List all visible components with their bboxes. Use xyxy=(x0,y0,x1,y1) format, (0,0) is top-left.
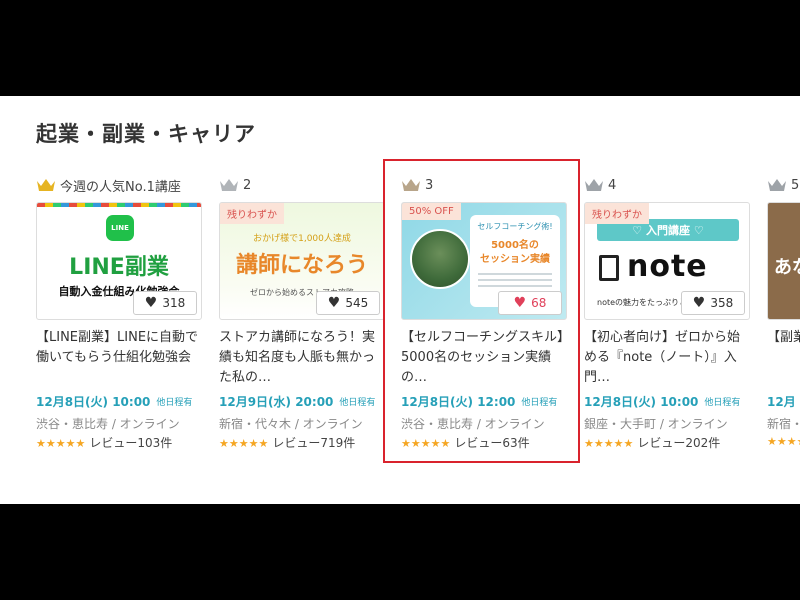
rank-row: 4 xyxy=(584,174,750,196)
rank-row: 5 xyxy=(767,174,800,196)
course-thumbnail[interactable]: 残りわずか ♡ 入門講座 ♡ note noteの魅力をたっぷりと ♥ 358 xyxy=(584,202,750,320)
thumb-sub-text: noteの魅力をたっぷりと xyxy=(597,298,688,307)
course-card-1[interactable]: 今週の人気No.1講座 LINE LINE副業 自動入金仕組み化勉強会 ♥ 318… xyxy=(36,174,202,451)
review-count: レビュー202件 xyxy=(637,436,721,450)
other-dates-label: 他日程有 xyxy=(704,398,741,408)
favorite-button[interactable]: ♥ 68 xyxy=(498,291,562,315)
silver-crown-icon xyxy=(220,179,238,191)
heart-icon: ♥ xyxy=(692,295,706,311)
course-card-2[interactable]: 2 残りわずか おかげ様で1,000人達成 講師になろう ゼロから始めるストアカ… xyxy=(219,174,385,451)
course-title[interactable]: 【LINE副業】LINEに自動で働いてもらう仕組化勉強会 xyxy=(36,328,202,388)
course-location: 新宿・代々木 / オンライン xyxy=(219,417,363,431)
instructor-photo xyxy=(410,229,470,289)
rating-stars: ★★★★★ xyxy=(584,437,634,450)
heart-icon: ♥ xyxy=(327,295,341,311)
thumb-main-text: 講師になろう xyxy=(235,253,368,278)
course-ranking-panel: 起業・副業・キャリア 今週の人気No.1講座 LINE LINE副業 自動入金仕… xyxy=(0,96,800,504)
gray-crown-icon xyxy=(585,179,603,191)
course-date: 12月9日(水) 20:00 xyxy=(219,395,334,409)
course-date: 12月8日(火) 10:00 xyxy=(584,395,699,409)
favorite-button[interactable]: ♥ 358 xyxy=(681,291,745,315)
review-row: ★★★★★ レビュー202件 xyxy=(584,434,750,451)
confetti-stripe xyxy=(37,203,201,207)
review-row: ★★★★★ レビュー103件 xyxy=(36,434,202,451)
course-thumbnail[interactable]: あな xyxy=(767,202,800,320)
favorite-button[interactable]: ♥ 545 xyxy=(316,291,380,315)
heart-icon: ♥ xyxy=(513,295,527,311)
thumb-main-text: あな xyxy=(774,257,800,278)
course-title[interactable]: 【副業】月10万…つ… xyxy=(767,328,800,388)
review-row: ★★★★★ レビュー719件 xyxy=(219,434,385,451)
course-thumbnail[interactable]: 50% OFF セルフコーチング術! 5000名の セッション実績 ♥ 68 xyxy=(401,202,567,320)
course-location: 銀座・大手町 / オンライン xyxy=(584,417,728,431)
review-row: ★★★★★ xyxy=(767,434,800,448)
date-row: 12月9日(水) 20:00 他日程有 xyxy=(219,393,385,410)
favorite-count: 358 xyxy=(710,296,734,310)
heart-icon: ♥ xyxy=(144,295,158,311)
line-app-icon: LINE xyxy=(106,215,134,241)
review-row: ★★★★★ レビュー63件 xyxy=(401,434,567,451)
other-dates-label: 他日程有 xyxy=(339,398,376,408)
favorite-count: 318 xyxy=(162,296,186,310)
rank-row: 2 xyxy=(219,174,385,196)
rank-row: 今週の人気No.1講座 xyxy=(36,174,202,196)
favorite-count: 545 xyxy=(345,296,369,310)
thumb-main-text: LINE副業 xyxy=(69,255,169,280)
course-card-5[interactable]: 5 あな 【副業】月10万…つ… 12月 新宿・ ★★★★★ xyxy=(767,174,800,448)
favorite-button[interactable]: ♥ 318 xyxy=(133,291,197,315)
thumb-text-lines xyxy=(478,273,552,275)
review-count: レビュー63件 xyxy=(454,436,530,450)
rank-label: 4 xyxy=(608,177,617,193)
course-thumbnail[interactable]: 残りわずか おかげ様で1,000人達成 講師になろう ゼロから始めるストアカ攻略… xyxy=(219,202,385,320)
date-row: 12月 xyxy=(767,393,800,410)
rank-label: 5 xyxy=(791,177,800,193)
date-row: 12月8日(火) 12:00 他日程有 xyxy=(401,393,567,410)
rank-label: 2 xyxy=(243,177,252,193)
course-date: 12月8日(火) 12:00 xyxy=(401,395,516,409)
rating-stars: ★★★★★ xyxy=(767,435,800,448)
other-dates-label: 他日程有 xyxy=(156,398,193,408)
status-tag: 残りわずか xyxy=(585,203,649,224)
status-tag: 残りわずか xyxy=(220,203,284,224)
review-count: レビュー103件 xyxy=(89,436,173,450)
course-date: 12月8日(火) 10:00 xyxy=(36,395,151,409)
course-date: 12月 xyxy=(767,395,796,409)
gold-crown-icon xyxy=(37,179,55,191)
review-count: レビュー719件 xyxy=(272,436,356,450)
gray-crown-icon xyxy=(768,179,786,191)
thumb-top-text: おかげ様で1,000人達成 xyxy=(253,234,351,244)
course-title[interactable]: 【セルフコーチングスキル】5000名のセッション実績の… xyxy=(401,328,567,388)
section-title: 起業・副業・キャリア xyxy=(36,122,256,146)
rating-stars: ★★★★★ xyxy=(401,437,451,450)
note-doc-icon xyxy=(599,255,619,281)
course-title[interactable]: ストアカ講師になろう！実績も知名度も人脈も無かった私の… xyxy=(219,328,385,388)
course-title[interactable]: 【初心者向け】ゼロから始める『note（ノート）』入門… xyxy=(584,328,750,388)
course-thumbnail[interactable]: LINE LINE副業 自動入金仕組み化勉強会 ♥ 318 xyxy=(36,202,202,320)
date-row: 12月8日(火) 10:00 他日程有 xyxy=(584,393,750,410)
date-row: 12月8日(火) 10:00 他日程有 xyxy=(36,393,202,410)
course-location: 渋谷・恵比寿 / オンライン xyxy=(401,417,545,431)
course-card-3[interactable]: 3 50% OFF セルフコーチング術! 5000名の セッション実績 ♥ 68 【… xyxy=(401,174,567,451)
rank-row: 3 xyxy=(401,174,567,196)
rank-label: 3 xyxy=(425,177,434,193)
rating-stars: ★★★★★ xyxy=(219,437,269,450)
thumb-top-text: セルフコーチング術! xyxy=(477,222,553,231)
course-location: 新宿・ xyxy=(767,417,800,431)
rank-label: 今週の人気No.1講座 xyxy=(60,179,181,195)
bronze-crown-icon xyxy=(402,179,420,191)
other-dates-label: 他日程有 xyxy=(521,398,558,408)
course-card-4[interactable]: 4 残りわずか ♡ 入門講座 ♡ note noteの魅力をたっぷりと ♥ 358… xyxy=(584,174,750,451)
favorite-count: 68 xyxy=(531,296,547,310)
discount-tag: 50% OFF xyxy=(402,203,461,220)
rating-stars: ★★★★★ xyxy=(36,437,86,450)
course-location: 渋谷・恵比寿 / オンライン xyxy=(36,417,180,431)
thumb-main-text: note xyxy=(627,249,708,284)
thumb-main-text: 5000名の セッション実績 xyxy=(480,240,550,265)
